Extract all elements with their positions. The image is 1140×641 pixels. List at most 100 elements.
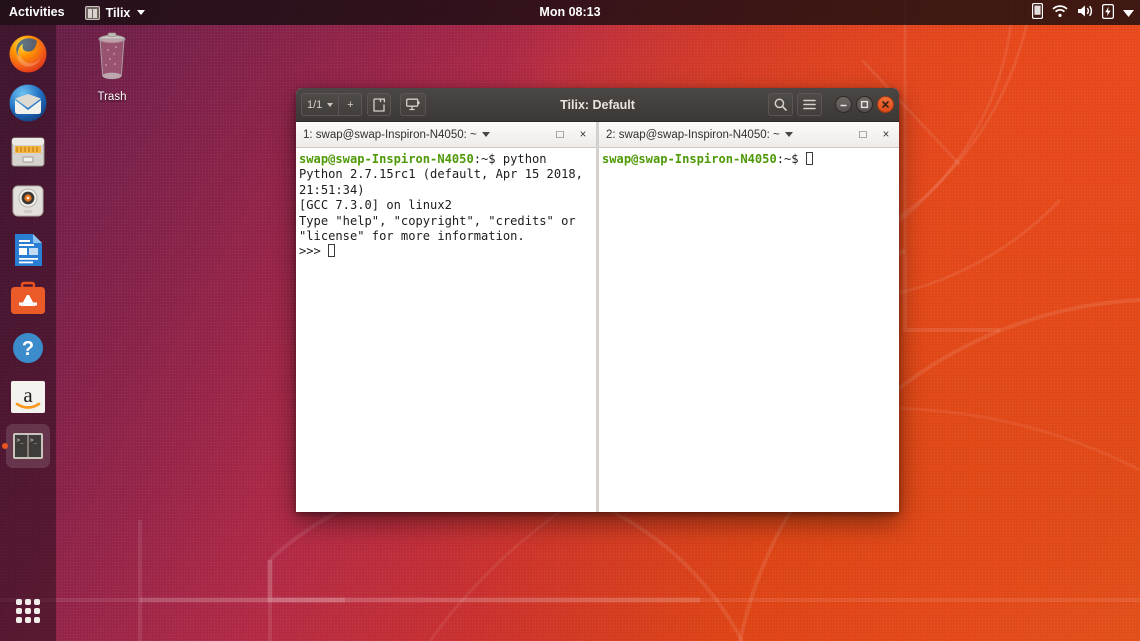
running-indicator-dot xyxy=(2,443,8,449)
wifi-icon xyxy=(1052,5,1068,21)
terminal-pane-container: 1: swap@swap-Inspiron-N4050: ~ □ × swap@… xyxy=(296,122,899,512)
libreoffice-writer-icon xyxy=(6,228,50,272)
app-grid-dot xyxy=(34,608,40,614)
new-session-button[interactable] xyxy=(367,93,391,116)
search-icon xyxy=(774,98,787,111)
trash-icon xyxy=(89,30,135,82)
add-session-button[interactable]: + xyxy=(339,93,362,116)
battery-icon xyxy=(1102,4,1114,22)
dock-item-rhythmbox[interactable] xyxy=(6,179,50,223)
maximize-icon xyxy=(860,100,869,109)
svg-text:>_: >_ xyxy=(17,437,25,444)
session-controls: 1/1 + xyxy=(301,93,362,116)
terminal-pane-1[interactable]: 1: swap@swap-Inspiron-N4050: ~ □ × swap@… xyxy=(296,122,596,512)
text-cursor xyxy=(806,152,813,165)
hamburger-menu-icon xyxy=(803,99,816,110)
app-grid-dot xyxy=(16,617,22,623)
svg-text:?: ? xyxy=(22,338,34,360)
text-cursor xyxy=(328,244,335,257)
tilix-icon xyxy=(85,6,100,20)
chevron-down-icon xyxy=(137,10,145,15)
shell-prompt-path: :~$ xyxy=(777,152,799,166)
pane-2-maximize-button[interactable]: □ xyxy=(854,126,872,144)
app-menu-label: Tilix xyxy=(106,6,131,20)
amazon-icon: a xyxy=(6,375,50,419)
minimize-button[interactable] xyxy=(835,96,852,113)
chevron-down-icon[interactable] xyxy=(482,132,490,137)
terminal-pane-2-titlebar[interactable]: 2: swap@swap-Inspiron-N4050: ~ □ × xyxy=(599,122,899,148)
dock-item-tilix[interactable]: >_ >_ xyxy=(6,424,50,468)
rhythmbox-icon xyxy=(6,179,50,223)
pane-1-maximize-button[interactable]: □ xyxy=(551,126,569,144)
pane-1-close-button[interactable]: × xyxy=(574,126,592,144)
tilix-app-icon: >_ >_ xyxy=(6,424,50,468)
add-terminal-button[interactable] xyxy=(400,93,426,116)
session-counter-label: 1/1 xyxy=(307,99,322,111)
pane-2-close-button[interactable]: × xyxy=(877,126,895,144)
desktop-icon-label: Trash xyxy=(80,91,144,103)
system-status-area[interactable] xyxy=(1032,0,1134,25)
dock-item-thunderbird[interactable] xyxy=(6,81,50,125)
activities-button[interactable]: Activities xyxy=(0,0,77,25)
app-grid-dot xyxy=(25,617,31,623)
svg-text:>_: >_ xyxy=(30,437,38,444)
terminal-pane-2-title: 2: swap@swap-Inspiron-N4050: ~ xyxy=(606,129,780,141)
svg-text:a: a xyxy=(23,383,33,407)
python-prompt: >>> xyxy=(299,244,328,258)
tilix-window[interactable]: 1/1 + Tilix: Default xyxy=(296,88,899,512)
thunderbird-icon xyxy=(6,81,50,125)
shell-command xyxy=(799,152,806,166)
dock-item-files[interactable] xyxy=(6,130,50,174)
ubuntu-software-icon xyxy=(6,277,50,321)
dock-item-firefox[interactable] xyxy=(6,32,50,76)
app-grid-dot xyxy=(25,599,31,605)
files-icon xyxy=(6,130,50,174)
search-button[interactable] xyxy=(768,93,793,116)
dock-item-amazon[interactable]: a xyxy=(6,375,50,419)
gnome-top-bar: Activities Tilix Mon 08:13 xyxy=(0,0,1140,25)
terminal-line: Type "help", "copyright", "credits" or "… xyxy=(299,214,583,243)
app-grid-dot xyxy=(34,617,40,623)
minimize-icon xyxy=(839,100,848,109)
tilix-header-bar: 1/1 + Tilix: Default xyxy=(296,88,899,122)
help-icon: ? xyxy=(6,326,50,370)
clock[interactable]: Mon 08:13 xyxy=(0,0,1140,25)
app-grid-dot xyxy=(16,608,22,614)
close-button[interactable] xyxy=(877,96,894,113)
header-right-controls xyxy=(768,93,894,116)
dock-item-libreoffice-writer[interactable] xyxy=(6,228,50,272)
volume-icon xyxy=(1077,4,1093,21)
ubuntu-dock: ? a >_ >_ xyxy=(0,25,56,641)
show-applications-button[interactable] xyxy=(6,589,50,633)
app-grid-dot xyxy=(16,599,22,605)
new-session-icon xyxy=(373,98,385,112)
desktop-screen: Activities Tilix Mon 08:13 xyxy=(0,0,1140,641)
session-switcher-button[interactable]: 1/1 xyxy=(301,93,339,116)
terminal-pane-2[interactable]: 2: swap@swap-Inspiron-N4050: ~ □ × swap@… xyxy=(599,122,899,512)
dock-item-help[interactable]: ? xyxy=(6,326,50,370)
terminal-line: [GCC 7.3.0] on linux2 xyxy=(299,198,452,212)
terminal-output-2[interactable]: swap@swap-Inspiron-N4050:~$ xyxy=(599,148,899,512)
chevron-down-icon xyxy=(327,103,333,107)
chevron-down-icon[interactable] xyxy=(785,132,793,137)
desktop-icon-trash[interactable]: Trash xyxy=(80,30,144,103)
system-menu-caret-icon xyxy=(1123,6,1134,20)
split-terminal-icon xyxy=(406,98,420,111)
shell-prompt-user-host: swap@swap-Inspiron-N4050 xyxy=(602,152,777,166)
phone-icon xyxy=(1032,3,1043,22)
firefox-icon xyxy=(6,32,50,76)
dock-item-ubuntu-software[interactable] xyxy=(6,277,50,321)
terminal-output-1[interactable]: swap@swap-Inspiron-N4050:~$ python Pytho… xyxy=(296,148,596,512)
app-grid-dot xyxy=(34,599,40,605)
terminal-pane-1-titlebar[interactable]: 1: swap@swap-Inspiron-N4050: ~ □ × xyxy=(296,122,596,148)
menu-button[interactable] xyxy=(797,93,822,116)
terminal-line: Python 2.7.15rc1 (default, Apr 15 2018, … xyxy=(299,167,590,196)
shell-prompt-user-host: swap@swap-Inspiron-N4050 xyxy=(299,152,474,166)
close-icon xyxy=(881,100,890,109)
terminal-pane-1-title: 1: swap@swap-Inspiron-N4050: ~ xyxy=(303,129,477,141)
app-menu-button[interactable]: Tilix xyxy=(77,0,154,25)
app-grid-dot xyxy=(25,608,31,614)
maximize-button[interactable] xyxy=(856,96,873,113)
shell-command: python xyxy=(496,152,547,166)
shell-prompt-path: :~$ xyxy=(474,152,496,166)
